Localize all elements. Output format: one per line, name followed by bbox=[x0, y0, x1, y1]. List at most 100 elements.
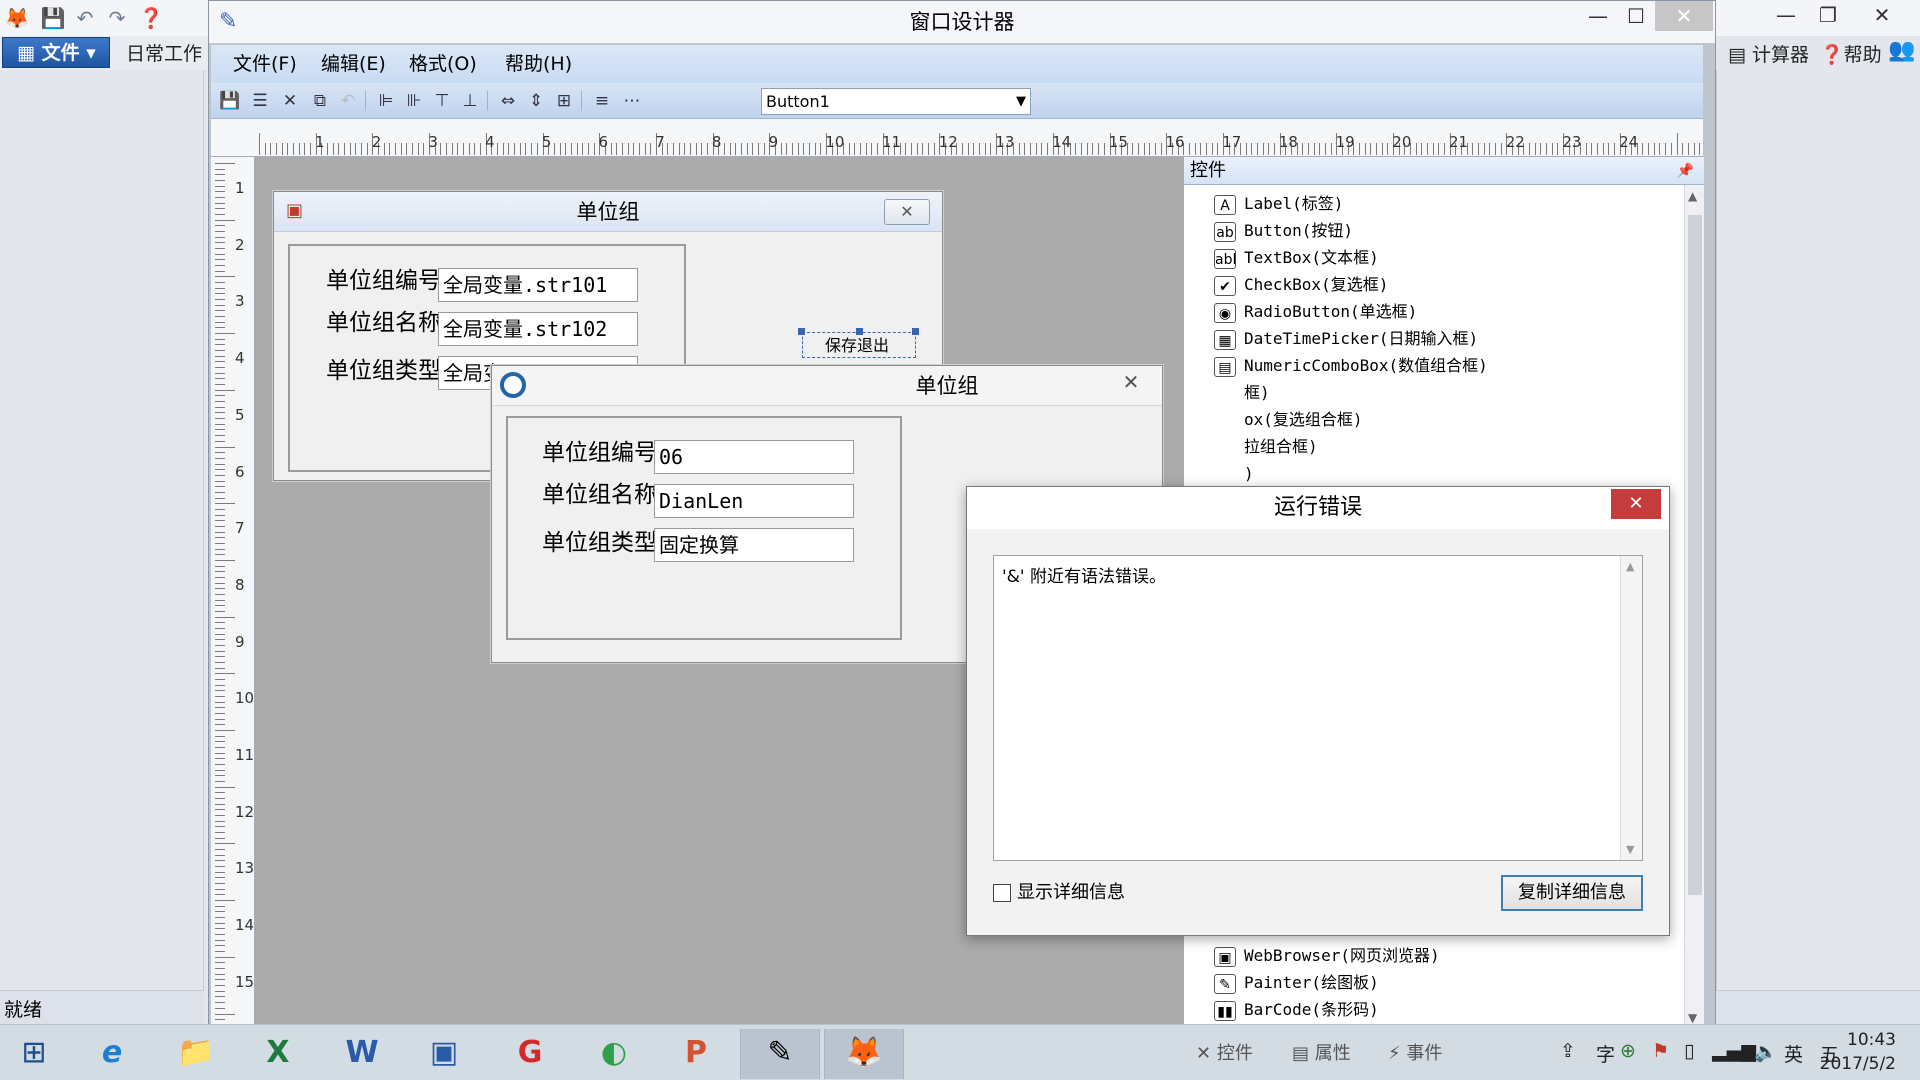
fox-app-icon[interactable]: 🦊 bbox=[824, 1029, 904, 1079]
controls-list-item[interactable]: A Label(标签) bbox=[1214, 191, 1343, 217]
same-width-icon[interactable]: ⇔ bbox=[495, 89, 521, 113]
unit-group-no-field[interactable]: 全局变量.str101 bbox=[438, 268, 638, 302]
unit-group-no-field[interactable]: 06 bbox=[654, 440, 854, 474]
calculator-button[interactable]: ▤ 计算器 bbox=[1728, 40, 1809, 67]
selection-handle[interactable] bbox=[912, 328, 919, 335]
controls-list-item[interactable]: 框) bbox=[1214, 380, 1270, 406]
align-bottom-icon[interactable]: ⊥ bbox=[457, 89, 483, 113]
outer-close-button[interactable]: ✕ bbox=[1854, 0, 1910, 30]
same-size-icon[interactable]: ⊞ bbox=[551, 89, 577, 113]
unit-group-type-field[interactable]: 固定换算 bbox=[654, 528, 854, 562]
file-explorer-icon[interactable]: 📁 bbox=[156, 1029, 236, 1079]
flag-icon[interactable]: ⚑ bbox=[1652, 1040, 1669, 1062]
controls-list-item[interactable]: ◉ RadioButton(单选框) bbox=[1214, 299, 1417, 325]
ime-char-mode[interactable]: 字 bbox=[1596, 1040, 1615, 1067]
controls-list-item[interactable]: ▦ DateTimePicker(日期输入框) bbox=[1214, 326, 1478, 352]
scroll-thumb[interactable] bbox=[1688, 215, 1702, 895]
selection-handle[interactable] bbox=[798, 328, 805, 335]
ruler-tick bbox=[723, 143, 725, 155]
copy-detail-button[interactable]: 复制详细信息 bbox=[1501, 875, 1643, 911]
ruler-label: 16 bbox=[1165, 133, 1185, 151]
delete-icon[interactable]: ✕ bbox=[277, 89, 303, 113]
green-browser-icon[interactable]: ◐ bbox=[574, 1029, 654, 1079]
menu-help[interactable]: 帮助(H) bbox=[505, 51, 572, 77]
save-icon[interactable]: 💾 bbox=[217, 89, 243, 113]
controls-list-item[interactable]: ▤ NumericComboBox(数值组合框) bbox=[1214, 353, 1488, 379]
controls-panel-title: 控件 bbox=[1190, 160, 1226, 181]
help-circle-icon[interactable]: ❓ bbox=[138, 5, 164, 31]
undo-icon[interactable]: ↶ bbox=[72, 5, 98, 31]
ie-icon[interactable]: e bbox=[72, 1029, 152, 1079]
file-menu-button[interactable]: ▦ 文件 ▾ bbox=[2, 37, 110, 68]
controls-list-item[interactable]: ✔ CheckBox(复选框) bbox=[1214, 272, 1388, 298]
copy-format-icon[interactable]: ⧉ bbox=[307, 89, 333, 113]
show-detail-checkbox[interactable]: 显示详细信息 bbox=[993, 879, 1125, 907]
controls-list-item[interactable]: 拉组合框) bbox=[1214, 434, 1318, 460]
disabled-tool-icon[interactable]: ↶ bbox=[335, 89, 361, 113]
tab-daily-work[interactable]: 日常工作 bbox=[126, 40, 202, 68]
ruler-tick bbox=[215, 973, 225, 975]
unit-group-name-field[interactable]: 全局变量.str102 bbox=[438, 312, 638, 346]
clock-time[interactable]: 10:43 bbox=[1847, 1030, 1896, 1050]
controls-list-item[interactable]: ▮▮ BarCode(条形码) bbox=[1214, 997, 1379, 1023]
checkbox-box[interactable] bbox=[993, 884, 1011, 902]
outer-maximize-button[interactable]: ❐ bbox=[1800, 0, 1856, 30]
users-icon[interactable]: 👥 bbox=[1888, 38, 1915, 63]
controls-list-item[interactable]: ✎ Painter(绘图板) bbox=[1214, 970, 1379, 996]
pin-icon[interactable]: 📌 bbox=[1677, 157, 1694, 185]
close-icon[interactable]: ✕ bbox=[1611, 489, 1661, 519]
object-select[interactable]: Button1 ▼ bbox=[761, 88, 1031, 115]
ruler-tick bbox=[215, 355, 225, 357]
save-all-icon[interactable]: ☰ bbox=[247, 89, 273, 113]
start-windows-icon[interactable]: ⊞ bbox=[2, 1029, 66, 1079]
word-icon[interactable]: W bbox=[322, 1029, 402, 1079]
controls-scrollbar[interactable]: ▲ ▼ bbox=[1684, 185, 1704, 1029]
close-icon[interactable]: ✕ bbox=[884, 199, 930, 225]
designer-tool-icon[interactable]: ✎ bbox=[740, 1029, 820, 1079]
tab-events[interactable]: ⚡ 事件 bbox=[1388, 1036, 1442, 1072]
tab-properties[interactable]: ▤ 属性 bbox=[1292, 1036, 1351, 1072]
network-icon[interactable]: ▂▄▆ bbox=[1712, 1040, 1756, 1062]
remote-app-icon[interactable]: ▣ bbox=[404, 1029, 484, 1079]
error-scrollbar[interactable]: ▲ ▼ bbox=[1620, 556, 1642, 860]
vertical-spacing-icon[interactable]: ≡ bbox=[589, 89, 615, 113]
designer-close-button[interactable]: ✕ bbox=[1655, 1, 1713, 31]
save-icon[interactable]: 💾 bbox=[40, 5, 66, 31]
align-left-icon[interactable]: ⊫ bbox=[373, 89, 399, 113]
controls-list-item[interactable]: ox(复选组合框) bbox=[1214, 407, 1363, 433]
controls-list-item[interactable]: ▣ WebBrowser(网页浏览器) bbox=[1214, 943, 1440, 969]
align-top-icon[interactable]: ⊤ bbox=[429, 89, 455, 113]
red-g-app-icon[interactable]: G bbox=[490, 1029, 570, 1079]
save-exit-button[interactable]: 保存退出 bbox=[802, 332, 916, 358]
controls-list-item[interactable]: abl TextBox(文本框) bbox=[1214, 245, 1379, 271]
tab-controls[interactable]: ✕ 控件 bbox=[1196, 1036, 1253, 1072]
chevron-up-icon[interactable]: ▲ bbox=[1626, 560, 1634, 573]
chevron-up-icon[interactable]: ▲ bbox=[1688, 189, 1697, 203]
powerpoint-icon[interactable]: P bbox=[656, 1029, 736, 1079]
align-right-icon[interactable]: ⊪ bbox=[401, 89, 427, 113]
controls-list-item[interactable]: ab Button(按钮) bbox=[1214, 218, 1353, 244]
designer-maximize-button[interactable]: ☐ bbox=[1611, 1, 1661, 31]
close-icon[interactable]: ✕ bbox=[1108, 368, 1154, 396]
ime-language[interactable]: 英 bbox=[1784, 1040, 1803, 1067]
same-height-icon[interactable]: ⇕ bbox=[523, 89, 549, 113]
app-fox-icon[interactable]: 🦊 bbox=[4, 5, 30, 31]
menu-file[interactable]: 文件(F) bbox=[233, 51, 297, 77]
menu-format[interactable]: 格式(O) bbox=[409, 51, 477, 77]
selection-handle[interactable] bbox=[856, 328, 863, 335]
controls-list-item[interactable]: ) bbox=[1214, 461, 1254, 487]
power-icon[interactable]: ▯ bbox=[1684, 1040, 1694, 1062]
chevron-down-icon[interactable]: ▼ bbox=[1626, 843, 1634, 856]
ime-switch-icon[interactable]: ⇪ bbox=[1560, 1040, 1576, 1062]
horizontal-spacing-icon[interactable]: ⋯ bbox=[619, 89, 645, 113]
volume-icon[interactable]: 🔈 bbox=[1754, 1040, 1778, 1063]
redo-icon[interactable]: ↷ bbox=[104, 5, 130, 31]
chevron-down-icon[interactable]: ▼ bbox=[1688, 1011, 1697, 1025]
clock-date[interactable]: 2017/5/2 bbox=[1820, 1054, 1896, 1074]
unit-group-name-field[interactable]: DianLen bbox=[654, 484, 854, 518]
help-button[interactable]: ❓帮助 bbox=[1820, 40, 1882, 67]
excel-icon[interactable]: X bbox=[238, 1029, 318, 1079]
menu-edit[interactable]: 编辑(E) bbox=[321, 51, 386, 77]
error-message-box[interactable]: '&' 附近有语法错误。 ▲ ▼ bbox=[993, 555, 1643, 861]
plus-icon[interactable]: ⊕ bbox=[1620, 1040, 1636, 1062]
